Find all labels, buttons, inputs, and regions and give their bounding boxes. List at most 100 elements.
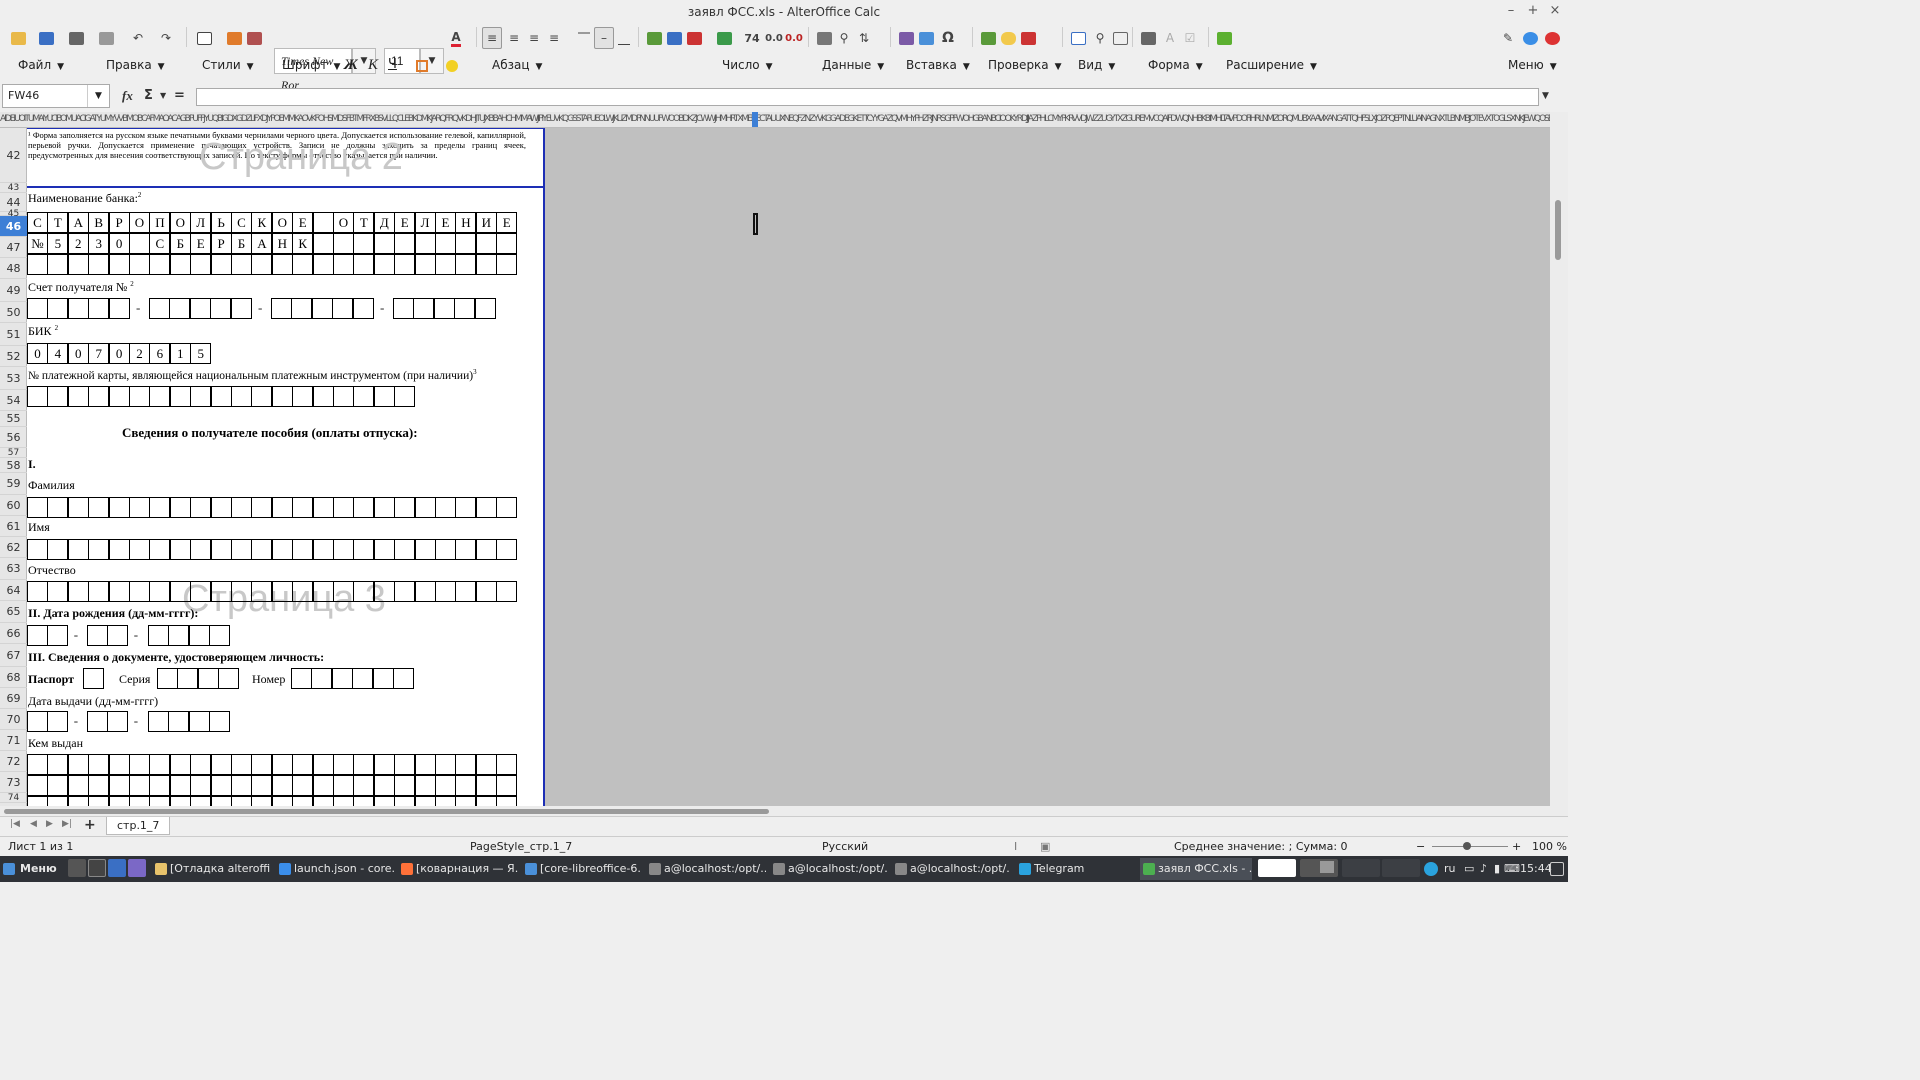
issued-by-cell[interactable] (455, 754, 477, 775)
row-number[interactable]: 56 (0, 427, 27, 448)
bank-name-cell[interactable]: И (475, 212, 497, 233)
first-name-cell[interactable] (149, 539, 171, 560)
card-digit-cell[interactable] (108, 386, 130, 407)
special-char-icon[interactable]: Ω (938, 27, 958, 49)
row-number[interactable]: 69 (0, 688, 27, 709)
conditional-icon[interactable] (814, 27, 834, 49)
row-number[interactable]: 62 (0, 537, 27, 558)
bank-name-cell[interactable] (108, 254, 130, 275)
issued-by-cell[interactable] (373, 796, 395, 806)
issued-by-cell[interactable] (496, 754, 518, 775)
menu-insert[interactable]: Вставка ▼ (906, 54, 970, 76)
zoom-level[interactable]: 100 % (1532, 837, 1567, 856)
issued-by-cell[interactable] (190, 754, 212, 775)
issued-by-cell[interactable] (210, 796, 232, 806)
account-digit-cell[interactable] (230, 298, 252, 319)
bank-name-cell[interactable] (312, 212, 334, 233)
taskbar-task[interactable]: [core-libreoffice-6... (522, 858, 642, 880)
name-box[interactable]: FW46 ▼ (2, 84, 110, 108)
card-digit-cell[interactable] (190, 386, 212, 407)
row-number[interactable]: 67 (0, 644, 27, 667)
account-digit-cell[interactable] (413, 298, 435, 319)
scroll-thumb[interactable] (1555, 200, 1561, 260)
insert-row-icon[interactable] (644, 27, 664, 49)
issued-by-cell[interactable] (67, 796, 89, 806)
start-menu-button[interactable]: Меню (0, 858, 62, 880)
browser-launcher-icon[interactable] (68, 859, 86, 877)
taskbar-task[interactable]: Telegram (1016, 858, 1134, 880)
patronymic-cell[interactable] (129, 581, 150, 602)
card-digit-cell[interactable] (333, 386, 354, 407)
row-number[interactable]: 55 (0, 411, 27, 427)
bik-digit-cell[interactable]: 7 (88, 343, 110, 364)
bank-name-cell[interactable] (231, 254, 252, 275)
bank-name-cell[interactable] (312, 233, 334, 254)
add-sheet-button[interactable]: + (84, 817, 96, 833)
sheet-tab[interactable]: стр.1_7 (106, 817, 171, 835)
row-number[interactable]: 48 (0, 258, 27, 279)
bank-name-cell[interactable]: Р (108, 212, 130, 233)
issue-date-cell[interactable] (47, 711, 69, 732)
card-digit-cell[interactable] (271, 386, 293, 407)
card-digit-cell[interactable] (292, 386, 314, 407)
font-color-icon[interactable]: A (446, 27, 466, 49)
card-digit-cell[interactable] (47, 386, 69, 407)
bik-digit-cell[interactable]: 0 (108, 343, 130, 364)
bik-digit-cell[interactable]: 0 (67, 343, 89, 364)
issued-by-cell[interactable] (312, 796, 334, 806)
issued-by-cell[interactable] (47, 754, 69, 775)
delete-decimal-button[interactable]: 0.0 (784, 27, 804, 49)
card-digit-cell[interactable] (210, 386, 232, 407)
chevron-down-icon[interactable]: ▼ (160, 86, 166, 106)
card-digit-cell[interactable] (312, 386, 334, 407)
bank-name-cell[interactable] (67, 254, 89, 275)
patronymic-cell[interactable] (210, 581, 232, 602)
issued-by-cell[interactable] (149, 796, 171, 806)
valign-top-icon[interactable]: ⎺ (574, 27, 594, 49)
issued-by-cell[interactable] (312, 754, 334, 775)
issued-by-cell[interactable] (496, 796, 518, 806)
print-icon[interactable] (66, 27, 86, 49)
keyboard-icon[interactable]: ⌨ (1504, 856, 1520, 882)
scroll-thumb[interactable] (4, 809, 769, 814)
bank-name-cell[interactable] (414, 233, 436, 254)
menu-styles[interactable]: Стили ▼ (202, 54, 254, 76)
first-name-cell[interactable] (47, 539, 69, 560)
surname-cell[interactable] (475, 497, 497, 518)
surname-cell[interactable] (149, 497, 171, 518)
issued-by-cell[interactable] (27, 754, 48, 775)
issued-by-cell[interactable] (88, 796, 110, 806)
menu-extension[interactable]: Расширение ▼ (1226, 54, 1317, 76)
border-style-icon[interactable] (416, 54, 428, 76)
surname-cell[interactable] (455, 497, 477, 518)
account-digit-cell[interactable] (27, 298, 48, 319)
card-digit-cell[interactable] (251, 386, 273, 407)
patronymic-cell[interactable] (88, 581, 110, 602)
issued-by-cell[interactable] (271, 775, 293, 796)
sort-icon[interactable]: ⇅ (854, 27, 874, 49)
issued-by-cell[interactable] (88, 775, 110, 796)
issued-by-cell[interactable] (496, 775, 518, 796)
first-name-cell[interactable] (414, 539, 436, 560)
paint-icon[interactable] (224, 27, 244, 49)
bank-name-cell[interactable]: Е (435, 212, 456, 233)
bank-name-cell[interactable] (455, 254, 477, 275)
zoom-in-button[interactable]: + (1512, 837, 1521, 856)
account-digit-cell[interactable] (291, 298, 313, 319)
row-number[interactable]: 61 (0, 516, 27, 537)
bank-name-cell[interactable]: Н (455, 212, 477, 233)
first-name-cell[interactable] (27, 539, 48, 560)
align-center-icon[interactable]: ≡ (504, 27, 524, 49)
birthdate-cell[interactable] (209, 625, 231, 646)
bik-digit-cell[interactable]: 0 (27, 343, 48, 364)
first-sheet-icon[interactable]: |◀ (10, 819, 20, 829)
issued-by-cell[interactable] (414, 796, 436, 806)
bank-name-cell[interactable]: Ь (210, 212, 232, 233)
vertical-scrollbar[interactable] (1550, 112, 1568, 806)
bank-name-cell[interactable] (292, 254, 314, 275)
bank-name-cell[interactable]: О (333, 212, 354, 233)
issued-by-cell[interactable] (149, 754, 171, 775)
extension-icon[interactable] (1214, 27, 1234, 49)
issued-by-cell[interactable] (231, 754, 252, 775)
currency-icon[interactable] (714, 27, 734, 49)
